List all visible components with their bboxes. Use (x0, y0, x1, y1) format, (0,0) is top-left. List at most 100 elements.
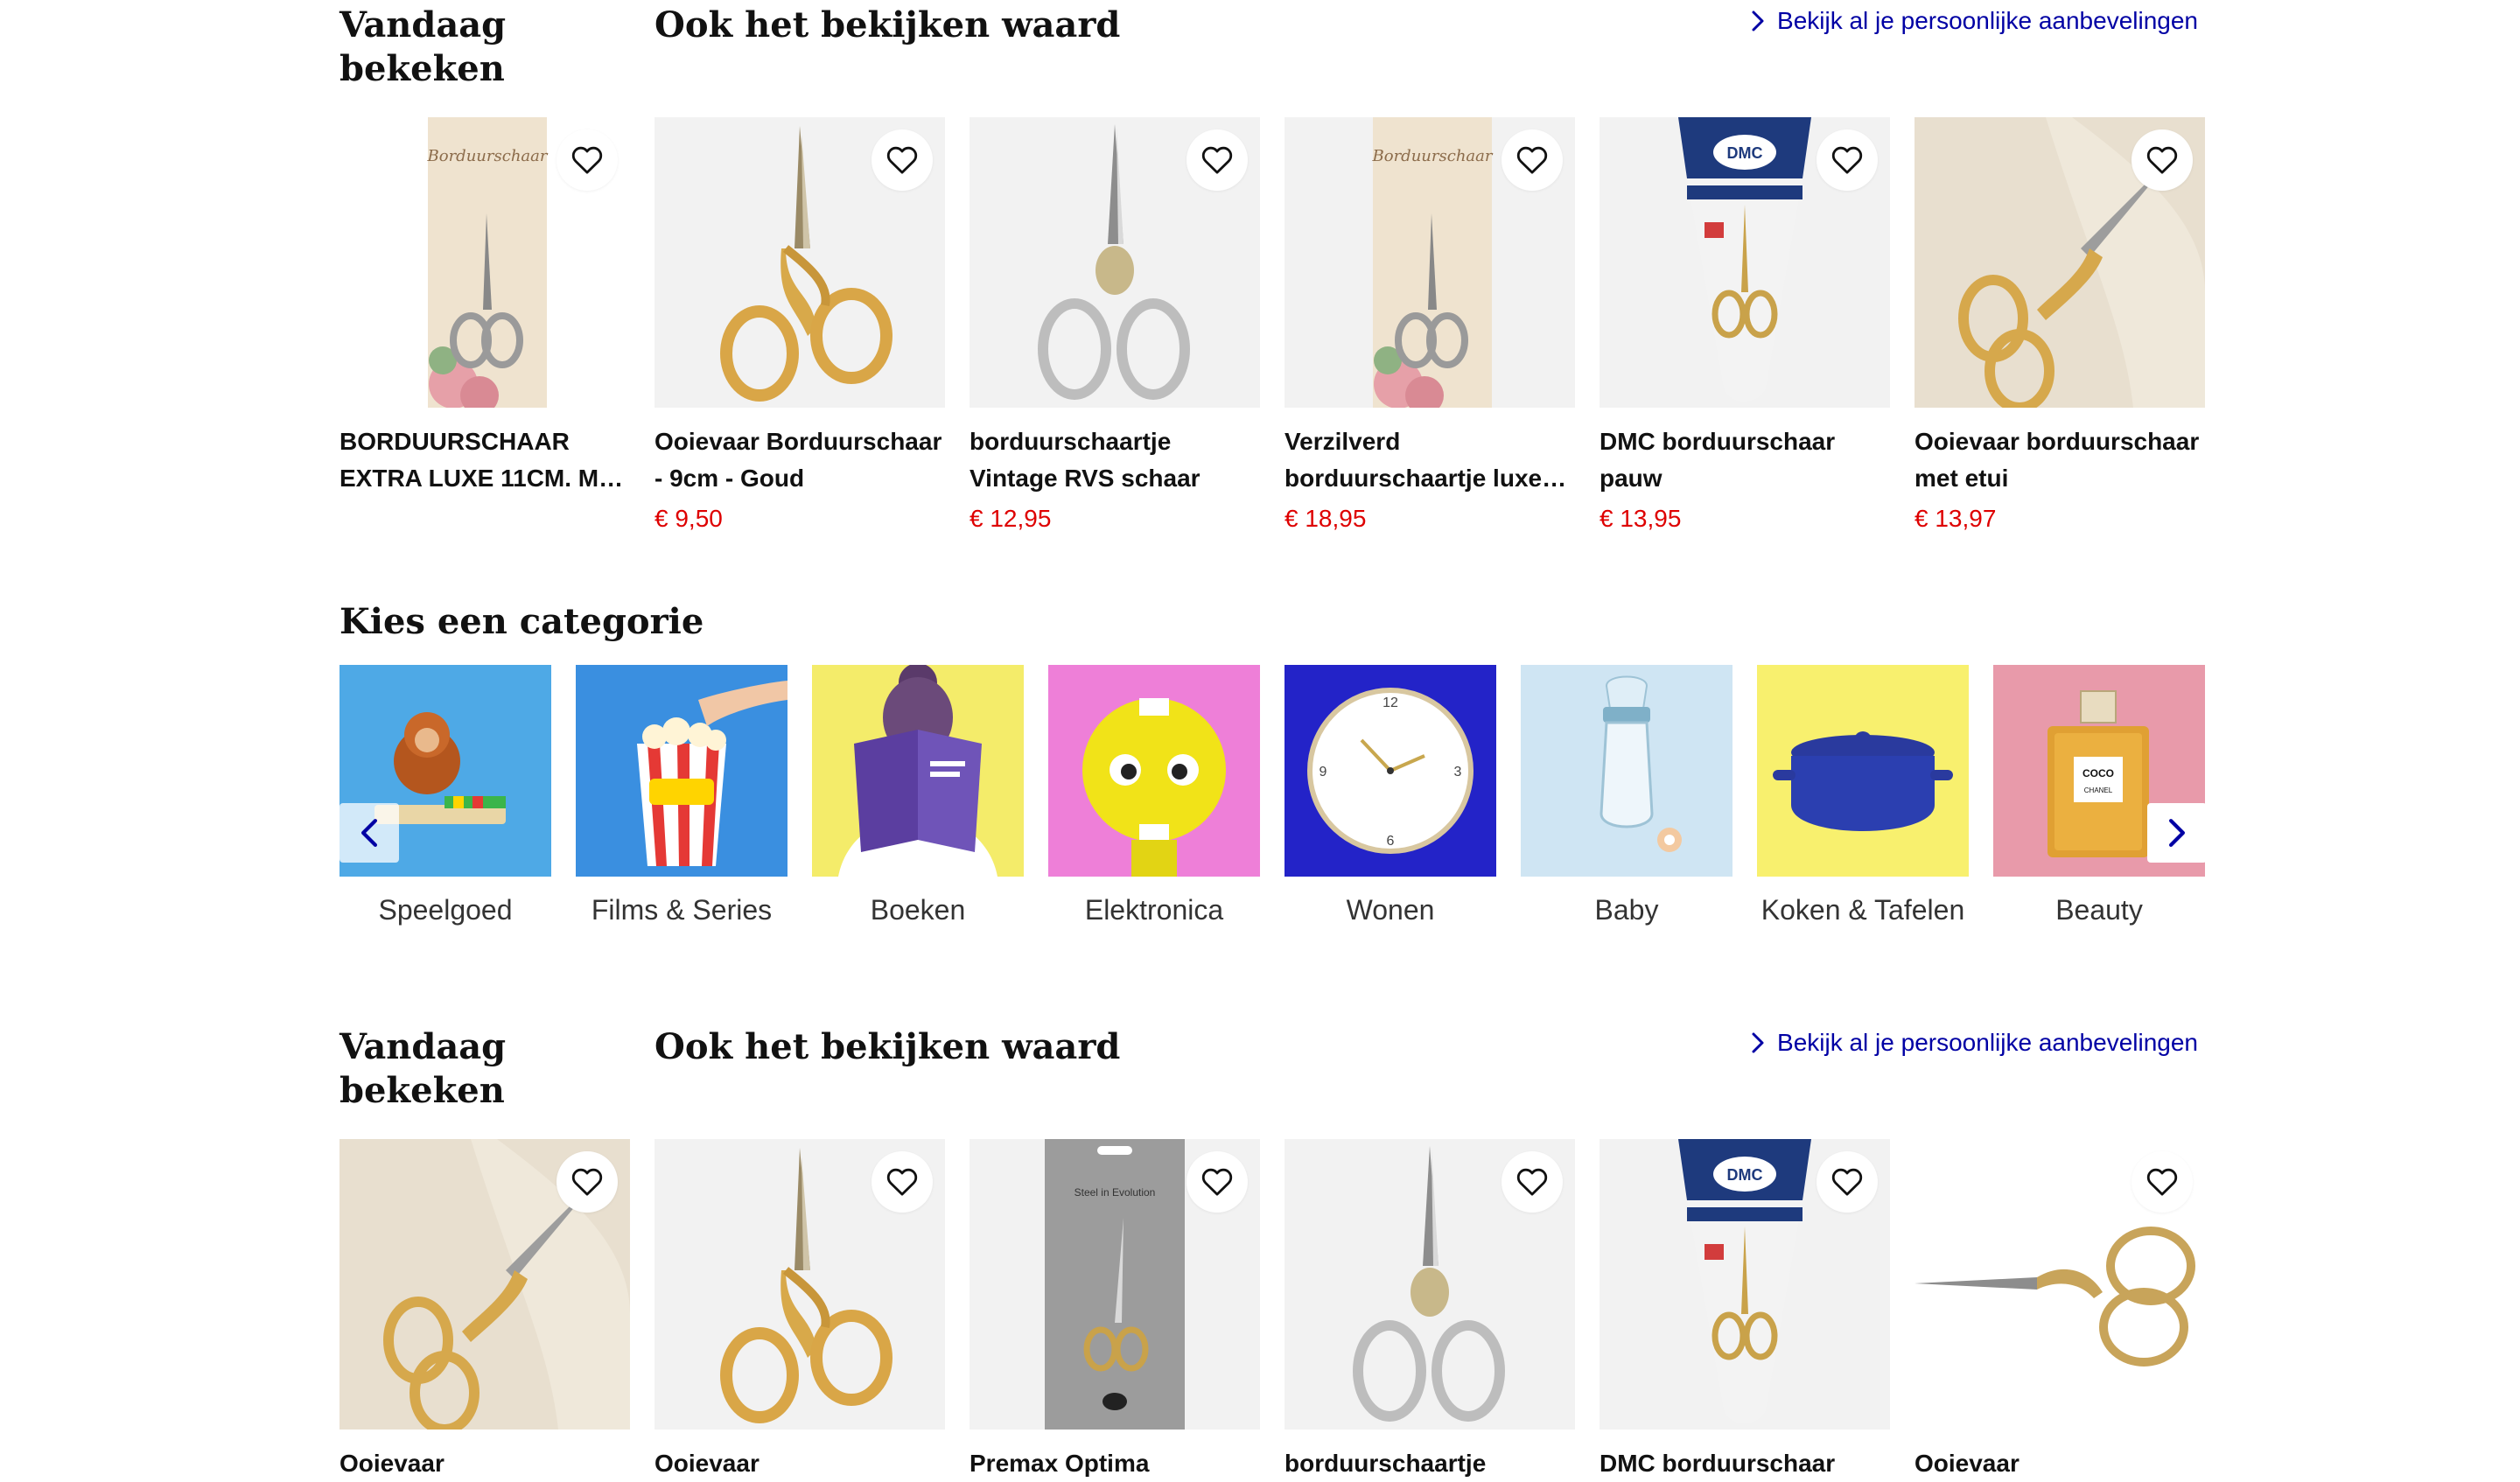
product-card[interactable]: DMC borduurschaar pauw € 13,95 (1600, 117, 1890, 537)
category-image: 12 3 6 9 (1284, 665, 1496, 877)
product-price: € 12,95 (970, 505, 1052, 532)
heart-icon (885, 143, 920, 178)
product-card[interactable]: Verzilverd borduurschaartje luxe ooievaa… (1284, 117, 1575, 537)
product-card[interactable]: Ooievaar (654, 1139, 945, 1482)
category-elektronica[interactable]: Elektronica (1048, 665, 1260, 929)
wishlist-button[interactable] (556, 1151, 618, 1213)
product-image[interactable] (1914, 117, 2205, 408)
product-title[interactable]: Ooievaar borduurschaar met etui (1914, 423, 2205, 497)
wishlist-button[interactable] (1186, 129, 1248, 191)
product-image[interactable] (970, 1139, 1260, 1430)
svg-text:CHANEL: CHANEL (2084, 786, 2113, 794)
heart-icon (1515, 143, 1550, 178)
category-beauty[interactable]: COCO CHANEL Beauty (1993, 665, 2205, 929)
category-boeken[interactable]: Boeken (812, 665, 1024, 929)
wishlist-button[interactable] (1502, 129, 1563, 191)
product-image[interactable] (654, 1139, 945, 1430)
category-heading: Kies een categorie (340, 601, 704, 642)
product-card[interactable]: Ooievaar borduurschaar met etui € 13,97 (1914, 117, 2205, 537)
category-image (576, 665, 788, 877)
product-price: € 13,95 (1600, 505, 1682, 532)
wishlist-button[interactable] (556, 129, 618, 191)
chevron-right-icon (2166, 817, 2188, 849)
heart-icon (2145, 143, 2180, 178)
book-reader-icon (812, 665, 1024, 877)
heart-icon (1830, 1164, 1865, 1199)
svg-text:3: 3 (1454, 765, 1462, 779)
heart-icon (885, 1164, 920, 1199)
popcorn-bucket-icon (576, 665, 788, 877)
wall-clock-icon: 12 3 6 9 (1284, 665, 1496, 877)
product-title[interactable]: Ooievaar (340, 1445, 630, 1482)
product-image[interactable] (654, 117, 945, 408)
heart-icon (1200, 143, 1235, 178)
svg-text:12: 12 (1382, 696, 1398, 710)
product-image[interactable] (1284, 117, 1575, 408)
product-card[interactable]: DMC borduurschaar (1600, 1139, 1890, 1482)
carousel-prev-button[interactable] (340, 803, 399, 863)
wishlist-button[interactable] (1186, 1151, 1248, 1213)
category-image (812, 665, 1024, 877)
product-image[interactable] (1600, 117, 1890, 408)
product-title[interactable]: BORDUURSCHAAR EXTRA LUXE 11CM. MET FIJNE… (340, 423, 630, 497)
category-films-series[interactable]: Films & Series (576, 665, 788, 929)
wishlist-button[interactable] (872, 1151, 933, 1213)
product-image[interactable] (970, 117, 1260, 408)
product-card[interactable]: BORDUURSCHAAR EXTRA LUXE 11CM. MET FIJNE… (340, 117, 630, 497)
product-title[interactable]: Verzilverd borduurschaartje luxe ooievaa… (1284, 423, 1575, 497)
heart-icon (570, 1164, 605, 1199)
wishlist-button[interactable] (1816, 129, 1878, 191)
svg-text:6: 6 (1387, 834, 1395, 849)
chevron-right-icon (1751, 10, 1765, 32)
product-image[interactable] (340, 1139, 630, 1430)
product-title[interactable]: borduurschaartje (1284, 1445, 1575, 1482)
wishlist-button[interactable] (2132, 1151, 2193, 1213)
product-title[interactable]: Ooievaar (1914, 1445, 2205, 1482)
product-card[interactable]: Ooievaar (1914, 1139, 2205, 1482)
product-title[interactable]: Premax Optima (970, 1445, 1260, 1482)
recommendations-heading: Ook het bekijken waard (654, 1026, 1121, 1067)
personal-recommendations-label: Bekijk al je persoonlijke aanbevelingen (1777, 1029, 2198, 1056)
product-title[interactable]: DMC borduurschaar (1600, 1445, 1890, 1482)
baby-bottle-icon (1521, 665, 1732, 877)
product-card[interactable]: Ooievaar Borduurschaar - 9cm - Goud € 9,… (654, 117, 945, 537)
wishlist-button[interactable] (1502, 1151, 1563, 1213)
wishlist-button[interactable] (2132, 129, 2193, 191)
carousel-next-button[interactable] (2147, 803, 2207, 863)
product-title[interactable]: borduurschaartje Vintage RVS schaar (970, 423, 1260, 497)
svg-text:9: 9 (1320, 765, 1327, 779)
personal-recommendations-link[interactable]: Bekijk al je persoonlijke aanbevelingen (1751, 1027, 2198, 1059)
heart-icon (2145, 1164, 2180, 1199)
product-card[interactable]: Ooievaar (340, 1139, 630, 1482)
product-title[interactable]: DMC borduurschaar pauw (1600, 423, 1890, 497)
category-label: Speelgoed (378, 894, 513, 926)
product-price: € 18,95 (1284, 505, 1367, 532)
product-image[interactable] (340, 117, 630, 408)
wishlist-button[interactable] (872, 129, 933, 191)
category-image (1048, 665, 1260, 877)
category-label: Beauty (2055, 894, 2143, 926)
product-title[interactable]: Ooievaar (654, 1445, 945, 1482)
category-speelgoed[interactable]: Speelgoed (340, 665, 551, 929)
product-price: € 9,50 (654, 505, 723, 532)
heart-icon (1830, 143, 1865, 178)
product-card[interactable]: borduurschaartje (1284, 1139, 1575, 1482)
category-wonen[interactable]: 12 3 6 9 Wonen (1284, 665, 1496, 929)
wishlist-button[interactable] (1816, 1151, 1878, 1213)
category-label: Wonen (1346, 894, 1435, 926)
category-koken-tafelen[interactable]: Koken & Tafelen (1757, 665, 1969, 929)
heart-icon (1515, 1164, 1550, 1199)
heart-icon (570, 143, 605, 178)
chevron-left-icon (359, 817, 380, 849)
personal-recommendations-link[interactable]: Bekijk al je persoonlijke aanbevelingen (1751, 5, 2198, 37)
product-image[interactable] (1600, 1139, 1890, 1430)
product-card[interactable]: borduurschaartje Vintage RVS schaar € 12… (970, 117, 1260, 537)
product-title[interactable]: Ooievaar Borduurschaar - 9cm - Goud (654, 423, 945, 497)
product-image[interactable] (1284, 1139, 1575, 1430)
power-socket-icon (1048, 665, 1260, 877)
heart-icon (1200, 1164, 1235, 1199)
category-label: Elektronica (1084, 894, 1224, 926)
product-card[interactable]: Premax Optima (970, 1139, 1260, 1482)
product-image[interactable] (1914, 1139, 2205, 1430)
category-baby[interactable]: Baby (1521, 665, 1732, 929)
